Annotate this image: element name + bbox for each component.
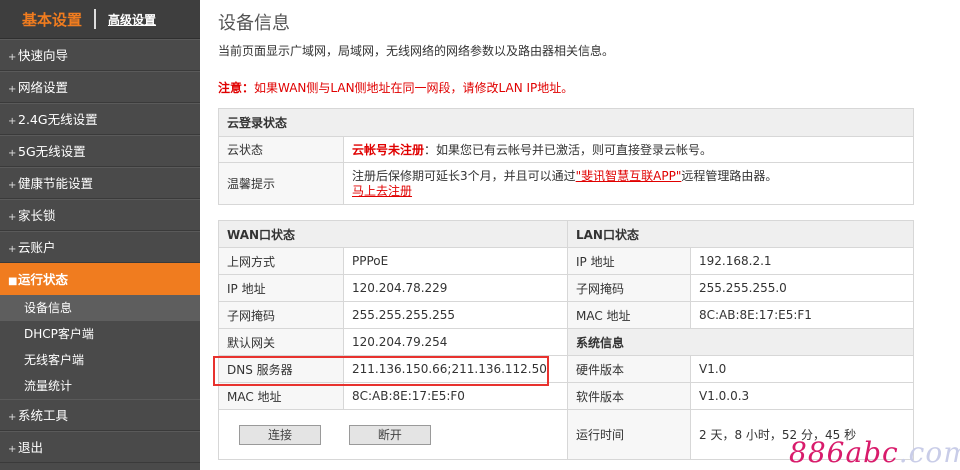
sidebar-item-label: 快速向导 xyxy=(18,48,69,63)
sidebar-subitem-wireless-clients[interactable]: 无线客户端 xyxy=(0,347,200,373)
cloud-status-value: 云帐号未注册：如果您已有云帐号并已激活，则可直接登录云帐号。 xyxy=(343,136,914,163)
sidebar-subitem-dhcp-clients[interactable]: DHCP客户端 xyxy=(0,321,200,347)
app-link[interactable]: "斐讯智慧互联APP" xyxy=(576,169,682,183)
wan-value-connection-type: PPPoE xyxy=(343,247,568,275)
plus-icon: + xyxy=(8,212,17,223)
sidebar-item-logout[interactable]: + 退出 xyxy=(0,431,200,463)
connect-button[interactable]: 连接 xyxy=(239,424,321,445)
wan-label-gateway: 默认网关 xyxy=(218,328,344,356)
cloud-status-header: 云登录状态 xyxy=(218,108,914,137)
cloud-status-table: 云登录状态 云状态 云帐号未注册：如果您已有云帐号并已激活，则可直接登录云帐号。… xyxy=(218,108,914,205)
bullet-icon: ■ xyxy=(8,276,18,287)
lan-label-subnet: 子网掩码 xyxy=(567,274,691,302)
system-label-uptime: 运行时间 xyxy=(567,409,691,460)
cloud-status-text: ：如果您已有云帐号并已激活，则可直接登录云帐号。 xyxy=(424,143,713,157)
lan-value-ip: 192.168.2.1 xyxy=(690,247,914,275)
wan-label-mac: MAC 地址 xyxy=(218,382,344,410)
wan-lan-status-table: WAN口状态 LAN口状态 上网方式 PPPoE IP 地址 192.168.2… xyxy=(218,220,914,460)
plus-icon: + xyxy=(8,52,17,63)
plus-icon: + xyxy=(8,412,17,423)
tip-label: 温馨提示 xyxy=(218,162,344,205)
tab-advanced-settings[interactable]: 高级设置 xyxy=(108,11,156,28)
plus-icon: + xyxy=(8,180,17,191)
register-link[interactable]: 马上去注册 xyxy=(352,184,412,198)
system-label-hardware: 硬件版本 xyxy=(567,355,691,383)
sidebar-item-power-saving[interactable]: + 健康节能设置 xyxy=(0,167,200,199)
cloud-status-label: 云状态 xyxy=(218,136,344,163)
sidebar-item-label: 云账户 xyxy=(18,240,56,255)
sidebar-item-label: 健康节能设置 xyxy=(18,176,94,191)
wan-label-connection-type: 上网方式 xyxy=(218,247,344,275)
wan-label-subnet: 子网掩码 xyxy=(218,301,344,329)
sidebar-item-label: 网络设置 xyxy=(18,80,69,95)
watermark: 886abc.com xyxy=(789,436,960,469)
lan-label-ip: IP 地址 xyxy=(567,247,691,275)
dns-highlight-box xyxy=(213,356,549,386)
notice: 注意：如果WAN侧与LAN侧地址在同一网段，请修改LAN IP地址。 xyxy=(218,79,914,96)
system-label-software: 软件版本 xyxy=(567,382,691,410)
system-info-header: 系统信息 xyxy=(567,328,914,356)
sidebar-item-quick-wizard[interactable]: + 快速向导 xyxy=(0,39,200,71)
tip-text-1: 注册后保修期可延长3个月，并且可以通过 xyxy=(352,168,576,183)
plus-icon: + xyxy=(8,244,17,255)
sidebar-item-parental-lock[interactable]: + 家长锁 xyxy=(0,199,200,231)
tab-separator xyxy=(94,9,97,29)
sidebar: 基本设置 高级设置 + 快速向导 + 网络设置 +2.4G无线设置 +5G无线设置 … xyxy=(0,0,200,470)
wan-label-ip: IP 地址 xyxy=(218,274,344,302)
wan-status-header: WAN口状态 xyxy=(218,220,568,248)
sidebar-item-wireless-24g[interactable]: +2.4G无线设置 xyxy=(0,103,200,135)
plus-icon: + xyxy=(8,116,17,127)
sidebar-tabs: 基本设置 高级设置 xyxy=(0,0,200,39)
sidebar-item-network[interactable]: + 网络设置 xyxy=(0,71,200,103)
wan-value-gateway: 120.204.79.254 xyxy=(343,328,568,356)
tip-value: 注册后保修期可延长3个月，并且可以通过"斐讯智慧互联APP"远程管理路由器。 马… xyxy=(343,162,914,205)
sidebar-item-system-tools[interactable]: + 系统工具 xyxy=(0,399,200,431)
plus-icon: + xyxy=(8,148,17,159)
notice-label: 注意： xyxy=(218,81,255,95)
system-value-hardware: V1.0 xyxy=(690,355,914,383)
lan-label-mac: MAC 地址 xyxy=(567,301,691,329)
sidebar-item-wireless-5g[interactable]: +5G无线设置 xyxy=(0,135,200,167)
lan-value-subnet: 255.255.255.0 xyxy=(690,274,914,302)
sidebar-subitem-device-info[interactable]: 设备信息 xyxy=(0,295,200,321)
sidebar-item-label: 家长锁 xyxy=(18,208,56,223)
sidebar-item-running-status[interactable]: ■运行状态 xyxy=(0,263,200,295)
watermark-faded: .com xyxy=(898,436,960,469)
notice-text: 如果WAN侧与LAN侧地址在同一网段，请修改LAN IP地址。 xyxy=(254,81,574,95)
wan-actions: 连接 断开 xyxy=(218,409,568,460)
page-title: 设备信息 xyxy=(218,13,290,34)
sidebar-item-label: 退出 xyxy=(18,440,44,455)
wan-value-ip: 120.204.78.229 xyxy=(343,274,568,302)
tip-text-2: 远程管理路由器。 xyxy=(681,168,778,183)
lan-status-header: LAN口状态 xyxy=(567,220,914,248)
sidebar-item-label: 运行状态 xyxy=(18,272,69,287)
sidebar-item-label: 系统工具 xyxy=(18,408,69,423)
sidebar-item-label: 5G无线设置 xyxy=(18,144,86,159)
main-content: 设备信息 当前页面显示广域网，局域网，无线网络的网络参数以及路由器相关信息。 注… xyxy=(218,0,914,460)
cloud-status-unregistered: 云帐号未注册 xyxy=(352,143,425,157)
plus-icon: + xyxy=(8,444,17,455)
wan-value-mac: 8C:AB:8E:17:E5:F0 xyxy=(343,382,568,410)
plus-icon: + xyxy=(8,84,17,95)
page-description: 当前页面显示广域网，局域网，无线网络的网络参数以及路由器相关信息。 xyxy=(218,44,615,58)
watermark-main: 886abc xyxy=(789,436,899,469)
wan-value-subnet: 255.255.255.255 xyxy=(343,301,568,329)
sidebar-subitem-traffic-stats[interactable]: 流量统计 xyxy=(0,373,200,399)
disconnect-button[interactable]: 断开 xyxy=(348,424,431,445)
system-value-software: V1.0.0.3 xyxy=(690,382,914,410)
tab-basic-settings[interactable]: 基本设置 xyxy=(22,9,82,30)
sidebar-item-label: 2.4G无线设置 xyxy=(18,112,98,127)
sidebar-item-cloud-account[interactable]: + 云账户 xyxy=(0,231,200,263)
lan-value-mac: 8C:AB:8E:17:E5:F1 xyxy=(690,301,914,329)
